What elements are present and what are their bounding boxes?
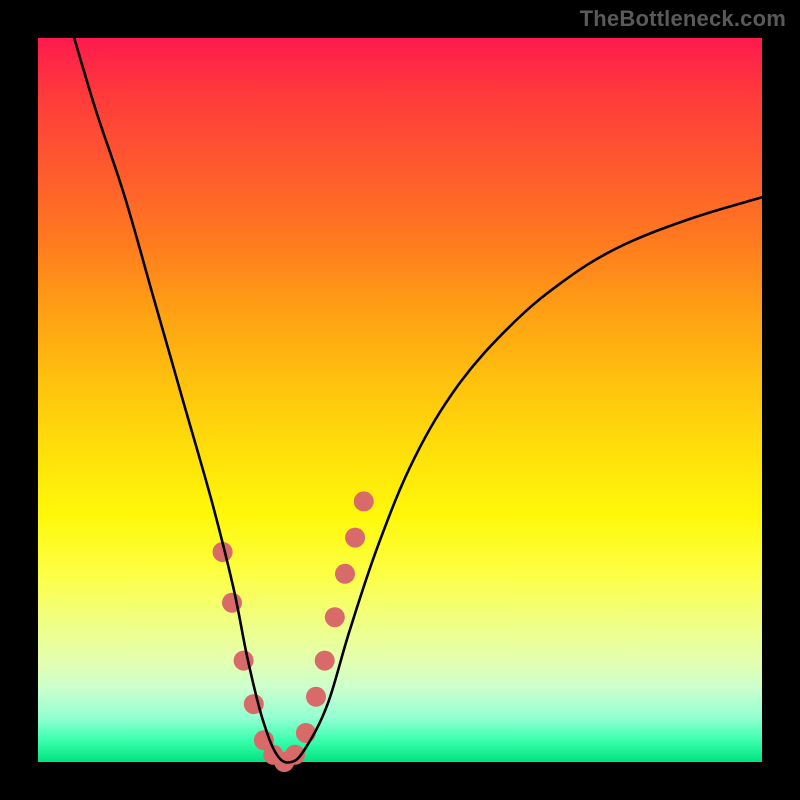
bottleneck-curve (74, 38, 762, 763)
marker-point (345, 528, 365, 548)
plot-area (38, 38, 762, 762)
curve-svg (38, 38, 762, 762)
marker-point (315, 651, 335, 671)
watermark-text: TheBottleneck.com (580, 6, 786, 32)
marker-point (306, 687, 326, 707)
chart-frame: TheBottleneck.com (0, 0, 800, 800)
marker-point (335, 564, 355, 584)
marker-point (325, 607, 345, 627)
marker-point (354, 491, 374, 511)
